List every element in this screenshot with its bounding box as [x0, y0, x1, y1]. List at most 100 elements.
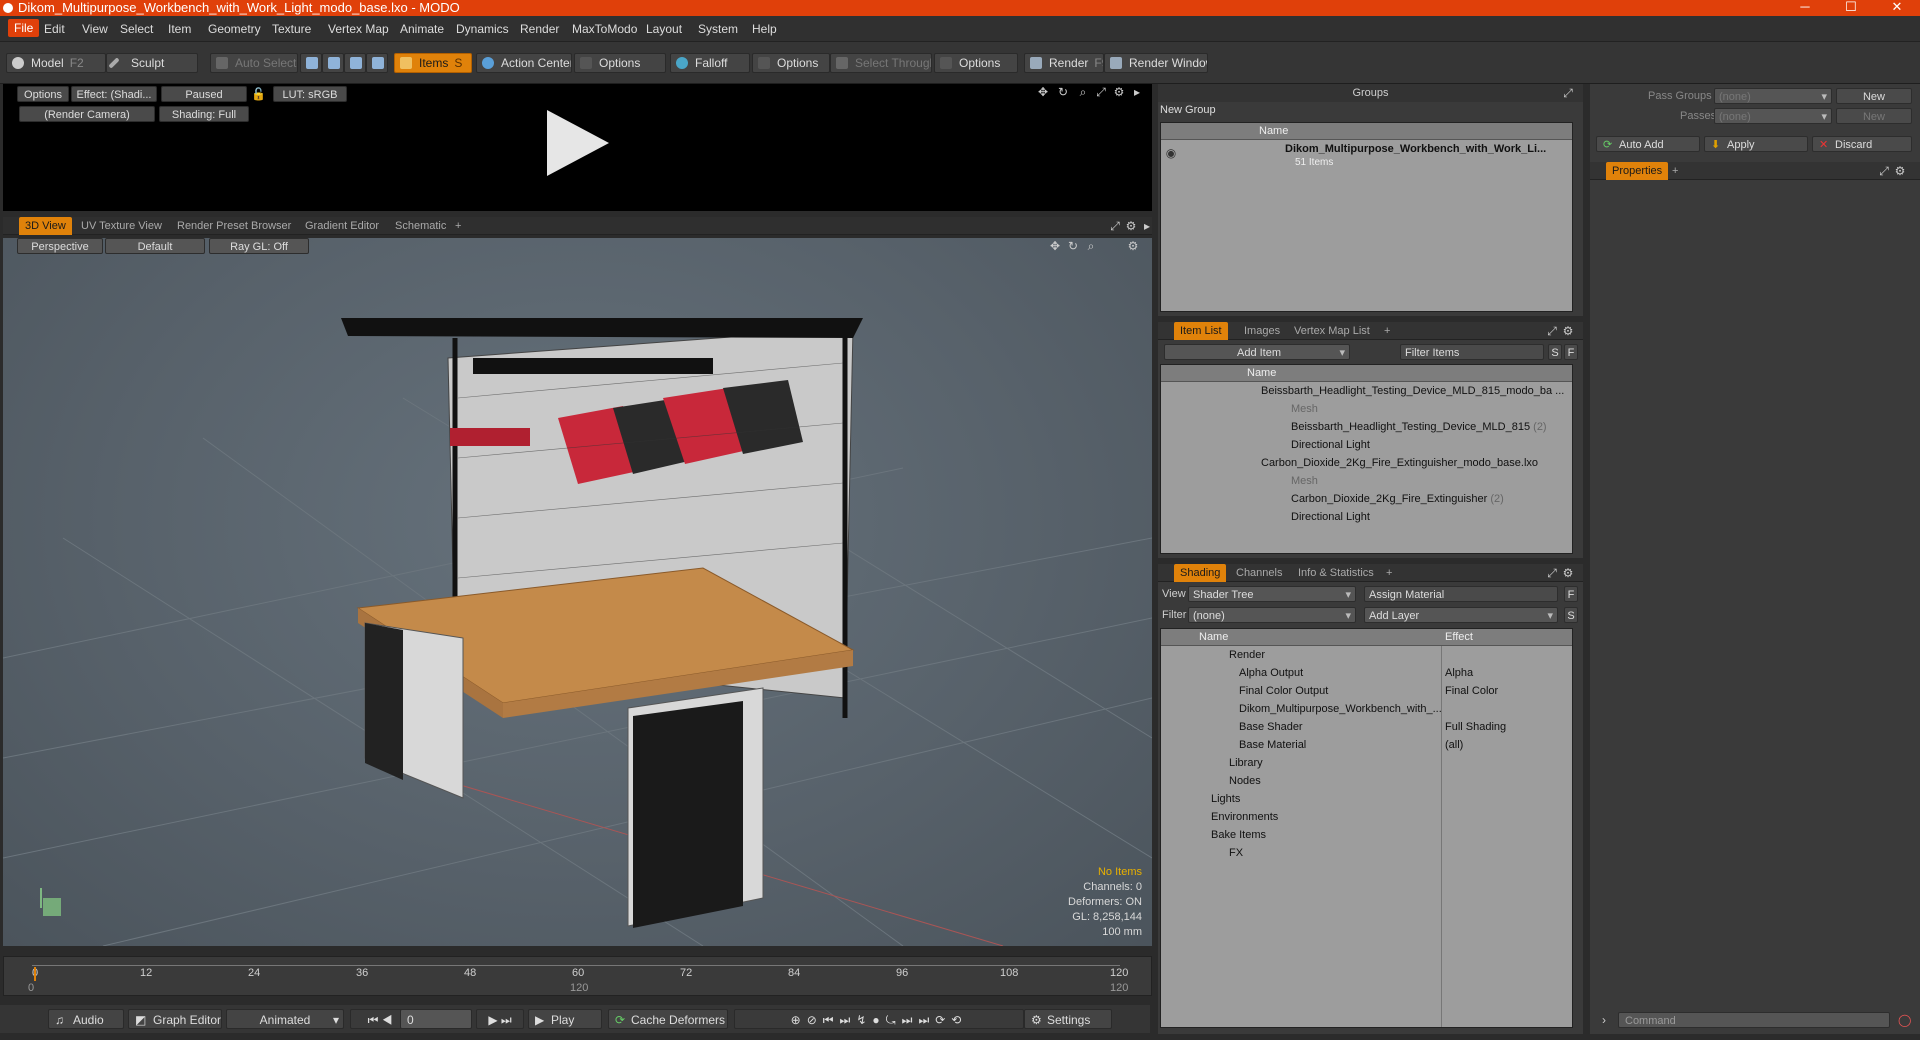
falloff-button[interactable]: Falloff	[670, 53, 750, 73]
expand-icon[interactable]: ⤢	[1109, 220, 1121, 232]
search-s-button[interactable]: S	[1548, 344, 1562, 360]
zoom-icon[interactable]: ⌕	[1077, 86, 1089, 98]
tab-shading[interactable]: Shading	[1174, 564, 1227, 582]
auto-select-button[interactable]: Auto Select	[210, 53, 298, 73]
menu-layout[interactable]: Layout	[646, 22, 682, 36]
tab-uv-texture-view[interactable]: UV Texture View	[75, 217, 168, 235]
shader-row[interactable]: Bake Items	[1211, 827, 1266, 844]
command-input[interactable]: Command	[1618, 1012, 1890, 1028]
menu-view[interactable]: View	[82, 22, 108, 36]
filter-items-input[interactable]: Filter Items	[1400, 344, 1544, 360]
graph-editor-button[interactable]: ◩ Graph Editor	[128, 1009, 222, 1029]
menu-geometry[interactable]: Geometry	[208, 22, 261, 36]
search-s-button[interactable]: S	[1564, 607, 1578, 623]
add-tab-button[interactable]: +	[1666, 162, 1684, 180]
lock-icon[interactable]: 🔓	[251, 88, 266, 100]
action-center-options-button[interactable]: Options	[574, 53, 666, 73]
gear-icon[interactable]: ⚙	[1894, 165, 1906, 177]
apply-button[interactable]: ⬇ Apply	[1704, 136, 1808, 152]
menu-maxtomodo[interactable]: MaxToModo	[572, 22, 637, 36]
auto-add-button[interactable]: ⟳ Auto Add	[1596, 136, 1700, 152]
menu-edit[interactable]: Edit	[44, 22, 65, 36]
list-item[interactable]: Carbon_Dioxide_2Kg_Fire_Extinguisher (2)	[1291, 491, 1504, 508]
model-mode-button[interactable]: Model F2	[6, 53, 106, 73]
shader-row[interactable]: FX	[1229, 845, 1243, 862]
groups-list[interactable]: Name ◉ Dikom_Multipurpose_Workbench_with…	[1160, 122, 1573, 312]
move-icon[interactable]: ✥	[1037, 86, 1049, 98]
tab-properties[interactable]: Properties	[1606, 162, 1669, 180]
key-controls[interactable]: ⊕⊘⏮⏭↯●⤿⏭⏭⟳⟲	[734, 1009, 1024, 1029]
record-icon[interactable]: ◯	[1898, 1014, 1911, 1026]
filter-dropdown[interactable]: (none)	[1188, 607, 1356, 623]
shader-row[interactable]: Base Shader	[1239, 719, 1303, 736]
audio-button[interactable]: ♫ Audio	[48, 1009, 124, 1029]
select-through-button[interactable]: Select Through	[830, 53, 932, 73]
add-tab-button[interactable]: +	[449, 217, 467, 235]
add-tab-button[interactable]: +	[1378, 322, 1396, 340]
render-camera-dropdown[interactable]: (Render Camera)	[19, 106, 155, 122]
eye-icon[interactable]: ◉	[1165, 147, 1177, 159]
cache-deformers-button[interactable]: ⟳ Cache Deformers	[608, 1009, 728, 1029]
list-item[interactable]: Directional Light	[1291, 509, 1370, 526]
shader-row[interactable]: Library	[1229, 755, 1263, 772]
frame-input[interactable]: 0	[400, 1009, 472, 1029]
list-item[interactable]: Carbon_Dioxide_2Kg_Fire_Extinguisher_mod…	[1261, 455, 1538, 472]
play-button[interactable]: ▶ Play	[528, 1009, 602, 1029]
list-item[interactable]: Mesh	[1291, 401, 1318, 418]
menu-select[interactable]: Select	[120, 22, 153, 36]
falloff-options-button[interactable]: Options	[752, 53, 830, 73]
menu-system[interactable]: System	[698, 22, 738, 36]
shader-row[interactable]: Base Material	[1239, 737, 1306, 754]
menu-animate[interactable]: Animate	[400, 22, 444, 36]
lut-dropdown[interactable]: LUT: sRGB	[273, 86, 347, 102]
edges-mode-button[interactable]	[322, 53, 344, 73]
tab-info-statistics[interactable]: Info & Statistics	[1292, 564, 1380, 582]
gear-icon[interactable]: ⚙	[1562, 567, 1574, 579]
arrow-right-icon[interactable]: ▸	[1131, 86, 1143, 98]
menu-texture[interactable]: Texture	[272, 22, 311, 36]
expand-icon[interactable]: ⤢	[1562, 87, 1574, 99]
new-pass-group-button[interactable]: New	[1836, 88, 1912, 104]
select-options-button[interactable]: Options	[934, 53, 1018, 73]
menu-dynamics[interactable]: Dynamics	[456, 22, 509, 36]
items-mode-button[interactable]: Items S	[394, 53, 472, 73]
menu-render[interactable]: Render	[520, 22, 559, 36]
render-button[interactable]: RenderF9	[1024, 53, 1104, 73]
menu-file[interactable]: File	[8, 19, 40, 37]
render-window-button[interactable]: Render Window	[1104, 53, 1208, 73]
gear-icon[interactable]: ⚙	[1125, 220, 1137, 232]
shader-effect[interactable]: Final Color	[1445, 683, 1498, 700]
filter-f-button[interactable]: F	[1564, 344, 1578, 360]
gear-icon[interactable]: ⚙	[1562, 325, 1574, 337]
gear-icon[interactable]: ⚙	[1113, 86, 1125, 98]
maximize-button[interactable]: ☐	[1828, 0, 1874, 16]
expand-icon[interactable]: ⤢	[1546, 325, 1558, 337]
sculpt-mode-button[interactable]: Sculpt	[106, 53, 198, 73]
materials-mode-button[interactable]	[366, 53, 388, 73]
shader-row[interactable]: Final Color Output	[1239, 683, 1328, 700]
timeline[interactable]: 0 12 24 36 48 60 72 84 96 108 120 0 120 …	[3, 956, 1152, 996]
list-item[interactable]: Directional Light	[1291, 437, 1370, 454]
transport-forward[interactable]: ▶ ⏭	[476, 1009, 524, 1029]
add-layer-dropdown[interactable]: Add Layer	[1364, 607, 1558, 623]
menu-vertex-map[interactable]: Vertex Map	[328, 22, 389, 36]
3d-viewport[interactable]: Perspective Default Ray GL: Off ✥ ↻ ⌕ ⚙	[3, 238, 1152, 946]
settings-button[interactable]: ⚙ Settings	[1024, 1009, 1112, 1029]
expand-icon[interactable]: ⤢	[1095, 86, 1107, 98]
refresh-icon[interactable]: ↻	[1057, 86, 1069, 98]
polygons-mode-button[interactable]	[344, 53, 366, 73]
shader-row-render[interactable]: Render	[1229, 647, 1265, 664]
tab-gradient-editor[interactable]: Gradient Editor	[299, 217, 385, 235]
playhead[interactable]	[34, 967, 36, 981]
arrow-right-icon[interactable]: ▸	[1141, 220, 1153, 232]
preview-effect-dropdown[interactable]: Effect: (Shadi...	[71, 86, 157, 102]
shader-effect[interactable]: Alpha	[1445, 665, 1473, 682]
shader-row[interactable]: Lights	[1211, 791, 1240, 808]
action-center-button[interactable]: Action Center	[476, 53, 572, 73]
shader-row[interactable]: Dikom_Multipurpose_Workbench_with_...	[1239, 701, 1442, 718]
shader-effect[interactable]: (all)	[1445, 737, 1463, 754]
expand-icon[interactable]: ⤢	[1546, 567, 1558, 579]
shading-dropdown[interactable]: Shading: Full	[159, 106, 249, 122]
assign-f-button[interactable]: F	[1564, 586, 1578, 602]
add-item-dropdown[interactable]: Add Item	[1164, 344, 1350, 360]
